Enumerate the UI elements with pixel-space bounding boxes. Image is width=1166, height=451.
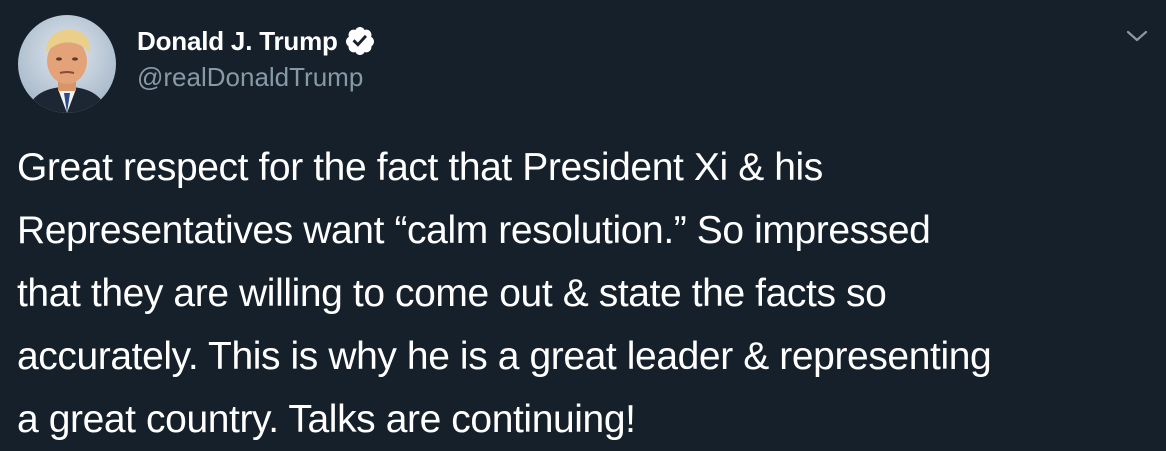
tweet-text-line: accurately. This is why he is a great le… [17,335,992,378]
tweet-menu-button[interactable] [1124,26,1150,46]
tweet-text: Great respect for the fact that Presiden… [17,136,1152,451]
tweet-card: Donald J. Trump @realDonaldTrump Great r… [0,0,1166,441]
tweet-text-line: that they are willing to come out & stat… [17,272,887,315]
verified-badge-icon [344,25,376,57]
tweet-text-line: Great respect for the fact that Presiden… [17,146,823,189]
author-display-name[interactable]: Donald J. Trump [137,26,338,57]
tweet-text-line: a great country. Talks are continuing! [17,398,636,441]
profile-avatar[interactable] [18,15,116,113]
tweet-author: Donald J. Trump @realDonaldTrump [137,24,376,93]
avatar-image [18,15,116,113]
author-handle[interactable]: @realDonaldTrump [137,62,376,93]
tweet-text-line: Representatives want “calm resolution.” … [17,209,931,252]
chevron-down-icon [1126,30,1148,42]
author-name-row: Donald J. Trump [137,24,376,58]
